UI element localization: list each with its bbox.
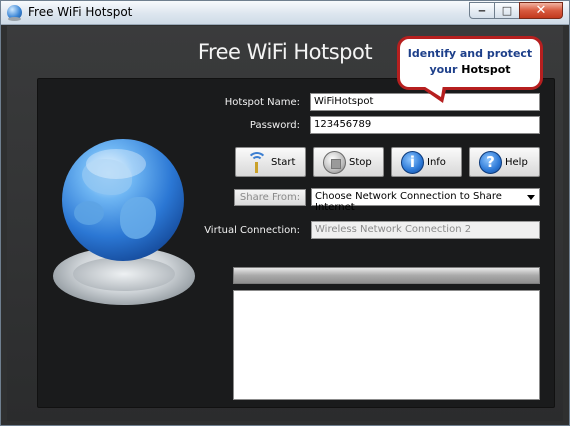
window-title: Free WiFi Hotspot bbox=[28, 5, 133, 19]
share-connection-select[interactable]: Choose Network Connection to Share Inter… bbox=[311, 188, 540, 213]
log-area[interactable] bbox=[233, 290, 540, 400]
caption-buttons: ‒ □ ✕ bbox=[469, 2, 563, 19]
minimize-button[interactable]: ‒ bbox=[469, 2, 495, 19]
callout-emphasis: Hotspot bbox=[461, 63, 511, 76]
info-button-label: Info bbox=[427, 157, 446, 168]
virtual-connection-label: Virtual Connection: bbox=[204, 225, 300, 236]
help-button[interactable]: ? Help bbox=[469, 147, 540, 177]
callout-bubble: Identify and protect your Hotspot bbox=[397, 36, 543, 90]
app-window: Free WiFi Hotspot ‒ □ ✕ Free WiFi Hotspo… bbox=[0, 0, 570, 426]
callout-line-2: your Hotspot bbox=[429, 63, 511, 76]
info-icon: i bbox=[401, 151, 424, 174]
password-input[interactable]: 123456789 bbox=[310, 116, 540, 134]
close-button[interactable]: ✕ bbox=[519, 2, 563, 19]
globe-illustration-icon bbox=[48, 139, 198, 305]
maximize-icon: □ bbox=[501, 4, 513, 17]
globe-sphere bbox=[62, 139, 184, 261]
info-button[interactable]: i Info bbox=[391, 147, 462, 177]
status-progress-bar bbox=[233, 267, 540, 284]
virtual-connection-field: Wireless Network Connection 2 bbox=[311, 221, 540, 239]
start-button-label: Start bbox=[271, 157, 296, 168]
stop-icon bbox=[323, 151, 346, 174]
hotspot-name-label: Hotspot Name: bbox=[224, 97, 300, 108]
app-globe-icon bbox=[7, 5, 22, 21]
help-icon: ? bbox=[479, 151, 502, 174]
title-bar[interactable]: Free WiFi Hotspot ‒ □ ✕ bbox=[1, 1, 569, 25]
callout-line-1: Identify and protect bbox=[407, 47, 533, 60]
help-button-label: Help bbox=[505, 157, 528, 168]
stop-button[interactable]: Stop bbox=[313, 147, 384, 177]
maximize-button[interactable]: □ bbox=[494, 2, 520, 19]
stop-button-label: Stop bbox=[349, 157, 372, 168]
password-label: Password: bbox=[249, 120, 300, 131]
wifi-antenna-icon bbox=[245, 151, 268, 174]
minimize-icon: ‒ bbox=[478, 4, 486, 17]
share-from-button[interactable]: Share From: bbox=[234, 189, 306, 206]
start-button[interactable]: Start bbox=[235, 147, 306, 177]
close-icon: ✕ bbox=[535, 3, 547, 18]
dropdown-arrow-icon bbox=[527, 195, 535, 200]
